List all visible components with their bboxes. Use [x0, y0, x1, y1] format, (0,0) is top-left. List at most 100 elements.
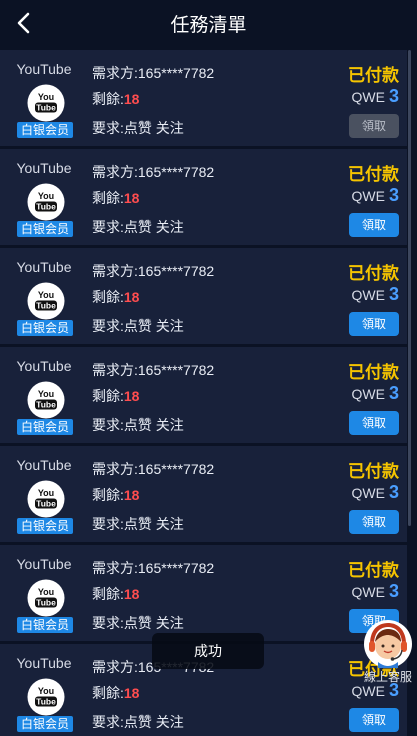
demand-value: 点赞 关注 — [123, 714, 184, 730]
scrollbar[interactable] — [408, 50, 411, 526]
requester-label: 需求方: — [92, 263, 138, 279]
success-toast: 成功 — [152, 633, 264, 669]
requester-value: 165****7782 — [137, 560, 215, 576]
task-row: YouTube You Tube 白银会员 需求方:165****7782 剩餘… — [0, 248, 407, 347]
remaining-label: 剩餘: — [92, 685, 124, 701]
remaining-line: 剩餘:18 — [92, 584, 139, 604]
demand-label: 要求: — [92, 219, 124, 235]
claim-button[interactable]: 領取 — [349, 411, 399, 435]
demand-label: 要求: — [92, 417, 124, 433]
task-row: YouTube You Tube 白银会员 需求方:165****7782 剩餘… — [0, 545, 407, 644]
demand-line: 要求:点赞 关注 — [92, 712, 184, 732]
requester-line: 需求方:165****7782 — [92, 63, 214, 83]
reward-amount: 3 — [388, 284, 399, 304]
payment-status: 已付款 — [348, 561, 399, 580]
remaining-line: 剩餘:18 — [92, 287, 139, 307]
reward: QWE 3 — [352, 383, 399, 404]
requester-value: 165****7782 — [137, 362, 215, 378]
remaining-line: 剩餘:18 — [92, 386, 139, 406]
demand-line: 要求:点赞 关注 — [92, 415, 184, 435]
demand-line: 要求:点赞 关注 — [92, 217, 184, 237]
remaining-label: 剩餘: — [92, 388, 124, 404]
youtube-icon: You Tube — [27, 480, 65, 518]
svg-text:You: You — [38, 686, 54, 696]
remaining-line: 剩餘:18 — [92, 89, 139, 109]
requester-label: 需求方: — [92, 65, 138, 81]
task-row: YouTube You Tube 白银会员 需求方:165****7782 剩餘… — [0, 347, 407, 446]
demand-label: 要求: — [92, 318, 124, 334]
reward: QWE 3 — [352, 482, 399, 503]
payment-status: 已付款 — [348, 66, 399, 85]
demand-value: 点赞 关注 — [123, 120, 184, 136]
requester-line: 需求方:165****7782 — [92, 558, 214, 578]
requester-label: 需求方: — [92, 659, 138, 675]
svg-text:You: You — [38, 488, 54, 498]
svg-text:You: You — [38, 389, 54, 399]
header: 任務清單 — [0, 0, 417, 46]
member-level-badge: 白银会员 — [17, 419, 73, 435]
remaining-value: 18 — [123, 91, 140, 107]
svg-text:You: You — [38, 587, 54, 597]
claim-button[interactable]: 領取 — [349, 213, 399, 237]
payment-status: 已付款 — [348, 462, 399, 481]
member-level-badge: 白银会员 — [17, 716, 73, 732]
requester-value: 165****7782 — [137, 263, 215, 279]
platform-name: YouTube — [16, 259, 72, 275]
member-level-badge: 白银会员 — [17, 320, 73, 336]
reward-currency: QWE — [351, 485, 385, 501]
svg-text:You: You — [38, 290, 54, 300]
platform-name: YouTube — [16, 457, 72, 473]
remaining-value: 18 — [123, 685, 140, 701]
payment-status: 已付款 — [348, 165, 399, 184]
reward-amount: 3 — [388, 482, 399, 502]
task-row: YouTube You Tube 白银会员 需求方:165****7782 剩餘… — [0, 50, 407, 149]
customer-service-button[interactable]: 線上客服 — [361, 618, 415, 684]
remaining-label: 剩餘: — [92, 487, 124, 503]
reward-currency: QWE — [351, 386, 385, 402]
requester-line: 需求方:165****7782 — [92, 162, 214, 182]
remaining-value: 18 — [123, 388, 140, 404]
requester-label: 需求方: — [92, 461, 138, 477]
reward-currency: QWE — [351, 188, 385, 204]
claim-button[interactable]: 領取 — [349, 510, 399, 534]
remaining-value: 18 — [123, 190, 140, 206]
requester-label: 需求方: — [92, 164, 138, 180]
task-row: YouTube You Tube 白银会员 需求方:165****7782 剩餘… — [0, 446, 407, 545]
youtube-icon: You Tube — [27, 282, 65, 320]
platform-name: YouTube — [16, 655, 72, 671]
remaining-label: 剩餘: — [92, 190, 124, 206]
youtube-icon: You Tube — [27, 183, 65, 221]
reward: QWE 3 — [352, 185, 399, 206]
reward-currency: QWE — [351, 683, 385, 699]
platform-name: YouTube — [16, 358, 72, 374]
svg-text:Tube: Tube — [36, 499, 56, 509]
remaining-value: 18 — [123, 289, 140, 305]
demand-value: 点赞 关注 — [123, 516, 184, 532]
svg-text:You: You — [38, 191, 54, 201]
reward-currency: QWE — [351, 584, 385, 600]
reward-currency: QWE — [351, 287, 385, 303]
demand-label: 要求: — [92, 516, 124, 532]
youtube-icon: You Tube — [27, 579, 65, 617]
svg-text:Tube: Tube — [36, 103, 56, 113]
requester-label: 需求方: — [92, 560, 138, 576]
youtube-icon: You Tube — [27, 84, 65, 122]
svg-text:Tube: Tube — [36, 301, 56, 311]
remaining-label: 剩餘: — [92, 289, 124, 305]
requester-value: 165****7782 — [137, 461, 215, 477]
svg-text:Tube: Tube — [36, 202, 56, 212]
demand-value: 点赞 关注 — [123, 417, 184, 433]
demand-line: 要求:点赞 关注 — [92, 316, 184, 336]
reward-amount: 3 — [388, 581, 399, 601]
reward: QWE 3 — [352, 86, 399, 107]
demand-label: 要求: — [92, 120, 124, 136]
claim-button[interactable]: 領取 — [349, 708, 399, 732]
back-chevron-icon[interactable] — [12, 10, 36, 36]
demand-value: 点赞 关注 — [123, 615, 184, 631]
reward: QWE 3 — [352, 284, 399, 305]
claim-button[interactable]: 領取 — [349, 312, 399, 336]
task-row: YouTube You Tube 白银会员 需求方:165****7782 剩餘… — [0, 149, 407, 248]
claim-button[interactable]: 領取 — [349, 114, 399, 138]
payment-status: 已付款 — [348, 264, 399, 283]
platform-name: YouTube — [16, 61, 72, 77]
